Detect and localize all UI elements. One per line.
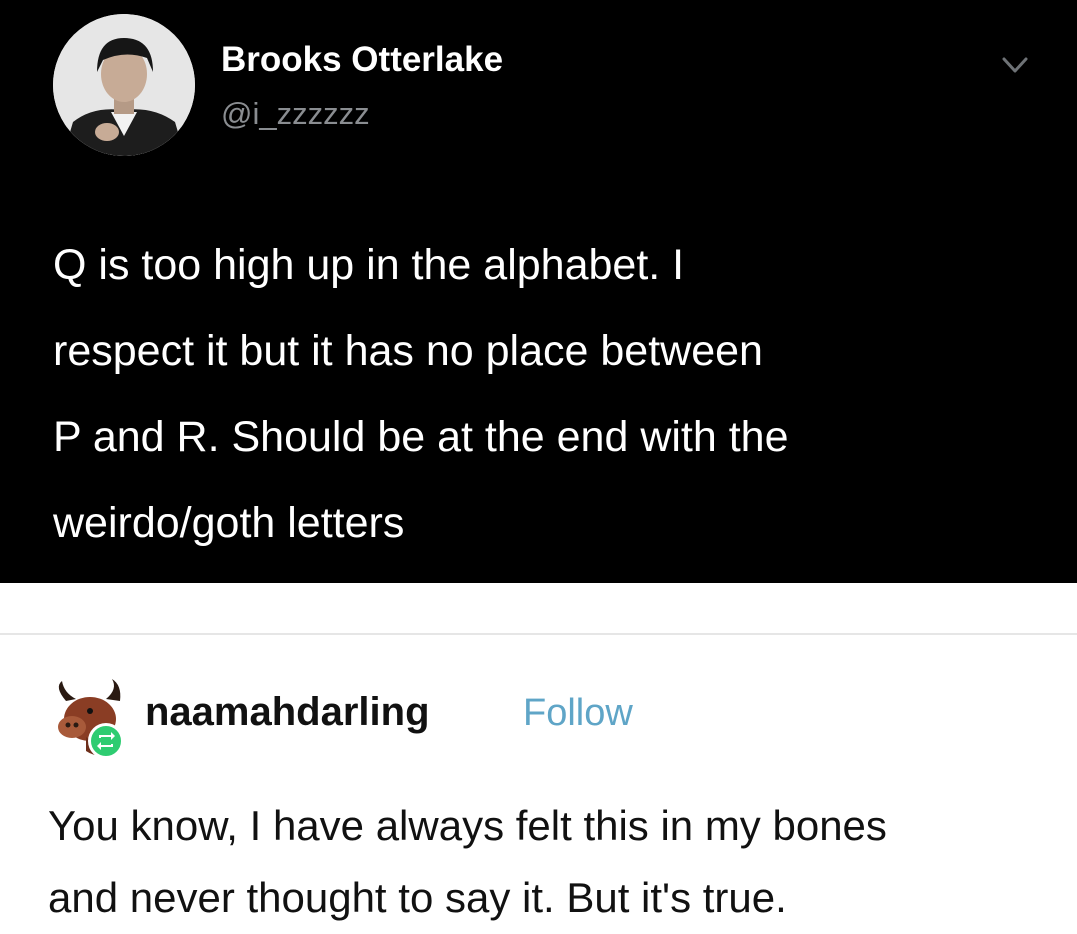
reblog-text-line: You know, I have always felt this in my … — [48, 802, 887, 849]
section-divider — [0, 633, 1077, 635]
reblog-text: You know, I have always felt this in my … — [48, 790, 1058, 934]
tweet-text-line: respect it but it has no place between — [53, 327, 763, 375]
chevron-down-icon[interactable] — [1000, 54, 1030, 76]
tweet-card: Brooks Otterlake @i_zzzzzz Q is too high… — [0, 0, 1077, 583]
tweet-text: Q is too high up in the alphabet. I resp… — [53, 222, 1043, 566]
tweet-handle[interactable]: @i_zzzzzz — [221, 96, 370, 132]
follow-button[interactable]: Follow — [523, 692, 633, 735]
tweet-avatar[interactable] — [53, 14, 195, 156]
reblog-text-line: and never thought to say it. But it's tr… — [48, 874, 787, 921]
profile-photo-icon — [53, 14, 195, 156]
tweet-text-line: Q is too high up in the alphabet. I — [53, 241, 685, 289]
tweet-display-name[interactable]: Brooks Otterlake — [221, 40, 503, 80]
reblog-icon — [97, 732, 115, 750]
tweet-text-line: P and R. Should be at the end with the — [53, 413, 789, 461]
tweet-text-line: weirdo/goth letters — [53, 499, 405, 547]
reblog-badge — [88, 723, 124, 759]
reblog-username[interactable]: naamahdarling — [145, 690, 430, 735]
